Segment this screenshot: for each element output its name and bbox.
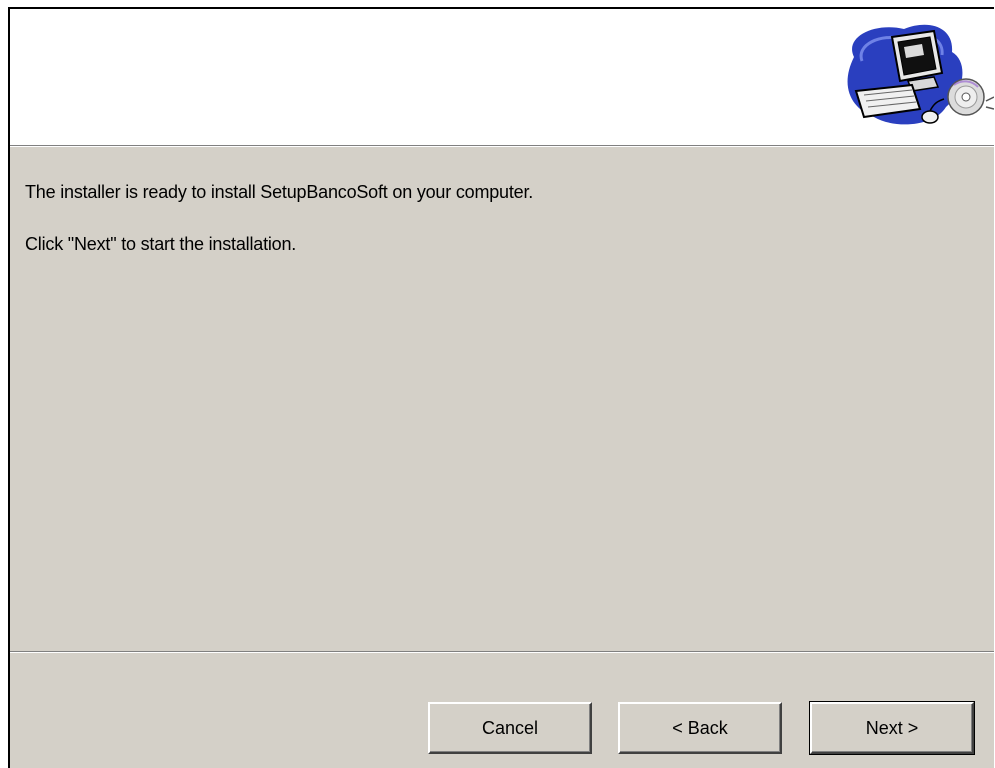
header-banner	[10, 9, 994, 145]
ready-message: The installer is ready to install SetupB…	[25, 182, 534, 202]
back-button[interactable]: < Back	[618, 702, 782, 754]
header-divider	[10, 145, 994, 147]
footer-divider	[10, 651, 994, 653]
computer-with-cd-icon	[834, 17, 994, 135]
cancel-button[interactable]: Cancel	[428, 702, 592, 754]
instruction-message: Click "Next" to start the installation.	[25, 234, 297, 254]
installer-dialog: The installer is ready to install SetupB…	[8, 7, 994, 768]
next-button[interactable]: Next >	[809, 701, 975, 755]
